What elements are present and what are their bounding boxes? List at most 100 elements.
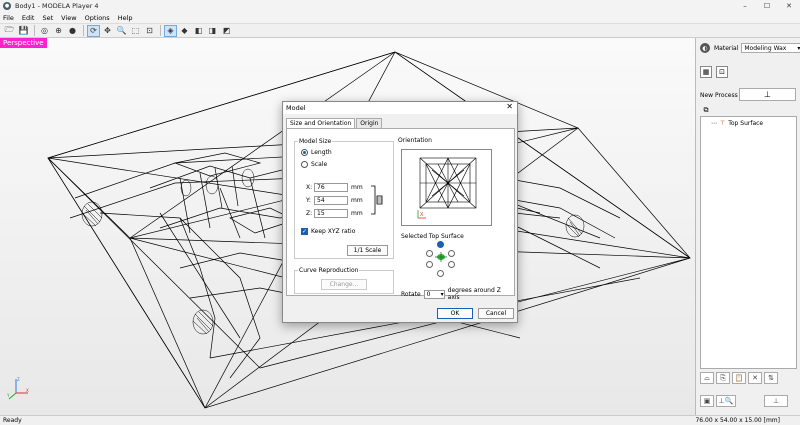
cancel-button[interactable]: Cancel	[478, 308, 514, 319]
curve-title: Curve Reproduction	[298, 267, 360, 274]
z-label: Z:	[306, 210, 313, 217]
new-process-label: New Process	[700, 92, 738, 99]
radio-scale-row[interactable]: Scale	[301, 161, 327, 168]
orientation-group: Orientation X Selected Top Surface Rotat…	[397, 137, 511, 301]
toolbar-separator	[83, 25, 84, 36]
menu-options[interactable]: Options	[85, 14, 110, 22]
status-text: Ready	[3, 417, 22, 424]
surface-dot-bottom[interactable]	[437, 270, 444, 277]
rotate-value: 0	[426, 290, 431, 298]
window-title: Body1 - MODELA Player 4	[15, 2, 99, 10]
mesh-sphere-icon[interactable]: ⊕	[52, 25, 65, 37]
copy-icon[interactable]: ⎘	[716, 372, 730, 384]
x-unit: mm	[351, 184, 363, 191]
surface-dot-upper-right[interactable]	[448, 250, 455, 257]
process-tree[interactable]: ⋯ ⊤ Top Surface	[700, 116, 797, 369]
tree-branch: ⋯	[711, 120, 717, 127]
move-icon[interactable]: ⇅	[764, 372, 778, 384]
zoom-icon[interactable]: 🔍	[115, 25, 128, 37]
new-process-button[interactable]: ⊥	[739, 88, 796, 101]
top-surface-selector[interactable]	[423, 241, 463, 281]
model-size-icon[interactable]: ▦	[700, 66, 712, 78]
maximize-button[interactable]: ☐	[756, 0, 778, 12]
keep-ratio-label: Keep XYZ ratio	[311, 228, 356, 235]
model-dialog: Model ✕ Size and Orientation Origin Mode…	[282, 101, 518, 323]
layers-icon: ⧉	[703, 105, 709, 114]
menu-set[interactable]: Set	[42, 14, 53, 22]
zoom-area-icon[interactable]: ⬚	[129, 25, 142, 37]
paste-icon[interactable]: 📋	[732, 372, 746, 384]
cut-icon[interactable]: ⊥	[764, 395, 788, 407]
rotate-select[interactable]: 0 ▾	[423, 289, 445, 299]
dialog-close-icon[interactable]: ✕	[506, 102, 513, 111]
orientation-preview: X	[401, 149, 492, 226]
dialog-title: Model	[286, 104, 306, 112]
keep-ratio-row[interactable]: ✓ Keep XYZ ratio	[301, 228, 355, 235]
open-folder-icon[interactable]: 🗁	[3, 25, 16, 37]
ok-button[interactable]: OK	[437, 308, 473, 319]
svg-text:X: X	[26, 388, 29, 393]
orientation-title: Orientation	[397, 137, 433, 144]
curve-reproduction-group: Curve Reproduction Change...	[294, 267, 394, 294]
keep-ratio-checkbox[interactable]: ✓	[301, 228, 308, 235]
material-select[interactable]: Modeling Wax ▾	[741, 43, 800, 53]
toolbar-separator	[34, 25, 35, 36]
svg-text:X: X	[420, 212, 424, 218]
toolbar: 🗁 💾 ◎ ⊕ ● ⟳ ✥ 🔍 ⬚ ⊡ ◈ ◆ ◧ ◨ ◩	[0, 23, 800, 38]
radio-scale-label: Scale	[311, 161, 328, 168]
radio-length-row[interactable]: Length	[301, 149, 332, 156]
scale-1-1-button[interactable]: 1/1 Scale	[347, 245, 388, 256]
preview-cut-icon[interactable]: ⊥🔍	[716, 395, 736, 407]
menu-help[interactable]: Help	[118, 14, 133, 22]
view-right-icon[interactable]: ◨	[206, 25, 219, 37]
fit-view-icon[interactable]: ⊡	[143, 25, 156, 37]
rotate-view-icon[interactable]: ⟳	[87, 24, 100, 37]
delete-icon[interactable]: ✕	[748, 372, 762, 384]
z-size-input[interactable]: 15	[314, 209, 348, 218]
tab-origin[interactable]: Origin	[356, 118, 383, 128]
rotate-label: Rotate	[401, 290, 421, 298]
view-front-icon[interactable]: ◧	[192, 25, 205, 37]
y-unit: mm	[351, 197, 363, 204]
pan-icon[interactable]: ✥	[101, 25, 114, 37]
material-icon: ◐	[700, 43, 710, 53]
link-ratio-icon	[371, 185, 383, 215]
surface-dot-lower-right[interactable]	[448, 261, 455, 268]
surface-dot-lower-left[interactable]	[426, 261, 433, 268]
preview-icon[interactable]: ▣	[700, 395, 714, 407]
origin-icon[interactable]: ⊡	[716, 66, 728, 78]
surface-dot-top[interactable]	[437, 241, 444, 248]
tool-path-icon: ⊥	[764, 90, 771, 99]
y-size-input[interactable]: 54	[314, 196, 348, 205]
z-unit: mm	[351, 210, 363, 217]
tree-item-top-surface[interactable]: ⋯ ⊤ Top Surface	[711, 120, 763, 127]
solid-sphere-icon[interactable]: ●	[66, 25, 79, 37]
view-top-icon[interactable]: ◆	[178, 25, 191, 37]
change-button[interactable]: Change...	[321, 279, 367, 290]
add-surface-icon[interactable]: ⌓	[700, 372, 714, 384]
view-left-icon[interactable]: ◩	[220, 25, 233, 37]
wireframe-sphere-icon[interactable]: ◎	[38, 25, 51, 37]
top-surface-title: Selected Top Surface	[401, 233, 464, 240]
save-icon[interactable]: 💾	[17, 25, 30, 37]
menu-view[interactable]: View	[61, 14, 76, 22]
view-iso-icon[interactable]: ◈	[164, 24, 177, 37]
radio-length[interactable]	[301, 149, 308, 156]
menu-file[interactable]: File	[3, 14, 14, 22]
model-size-group: Model Size Length Scale X: 76 mm Y: 54 m…	[294, 138, 394, 259]
minimize-button[interactable]: –	[734, 0, 756, 12]
axis-triad-icon: Z X Y	[6, 377, 29, 400]
tab-size-orientation[interactable]: Size and Orientation	[286, 118, 356, 128]
status-bar: Ready 76.00 x 54.00 x 15.00 [mm]	[0, 415, 800, 425]
surface-dot-upper-left[interactable]	[426, 250, 433, 257]
menu-bar: File Edit Set View Options Help	[0, 12, 800, 23]
radio-length-label: Length	[311, 149, 332, 156]
close-window-button[interactable]: ✕	[778, 0, 800, 12]
x-size-input[interactable]: 76	[314, 183, 348, 192]
perspective-label: Perspective	[0, 38, 47, 48]
model-dimensions: 76.00 x 54.00 x 15.00 [mm]	[695, 417, 780, 424]
tree-item-label: Top Surface	[728, 120, 764, 127]
tab-panel: Model Size Length Scale X: 76 mm Y: 54 m…	[286, 128, 515, 301]
radio-scale[interactable]	[301, 161, 308, 168]
menu-edit[interactable]: Edit	[22, 14, 35, 22]
